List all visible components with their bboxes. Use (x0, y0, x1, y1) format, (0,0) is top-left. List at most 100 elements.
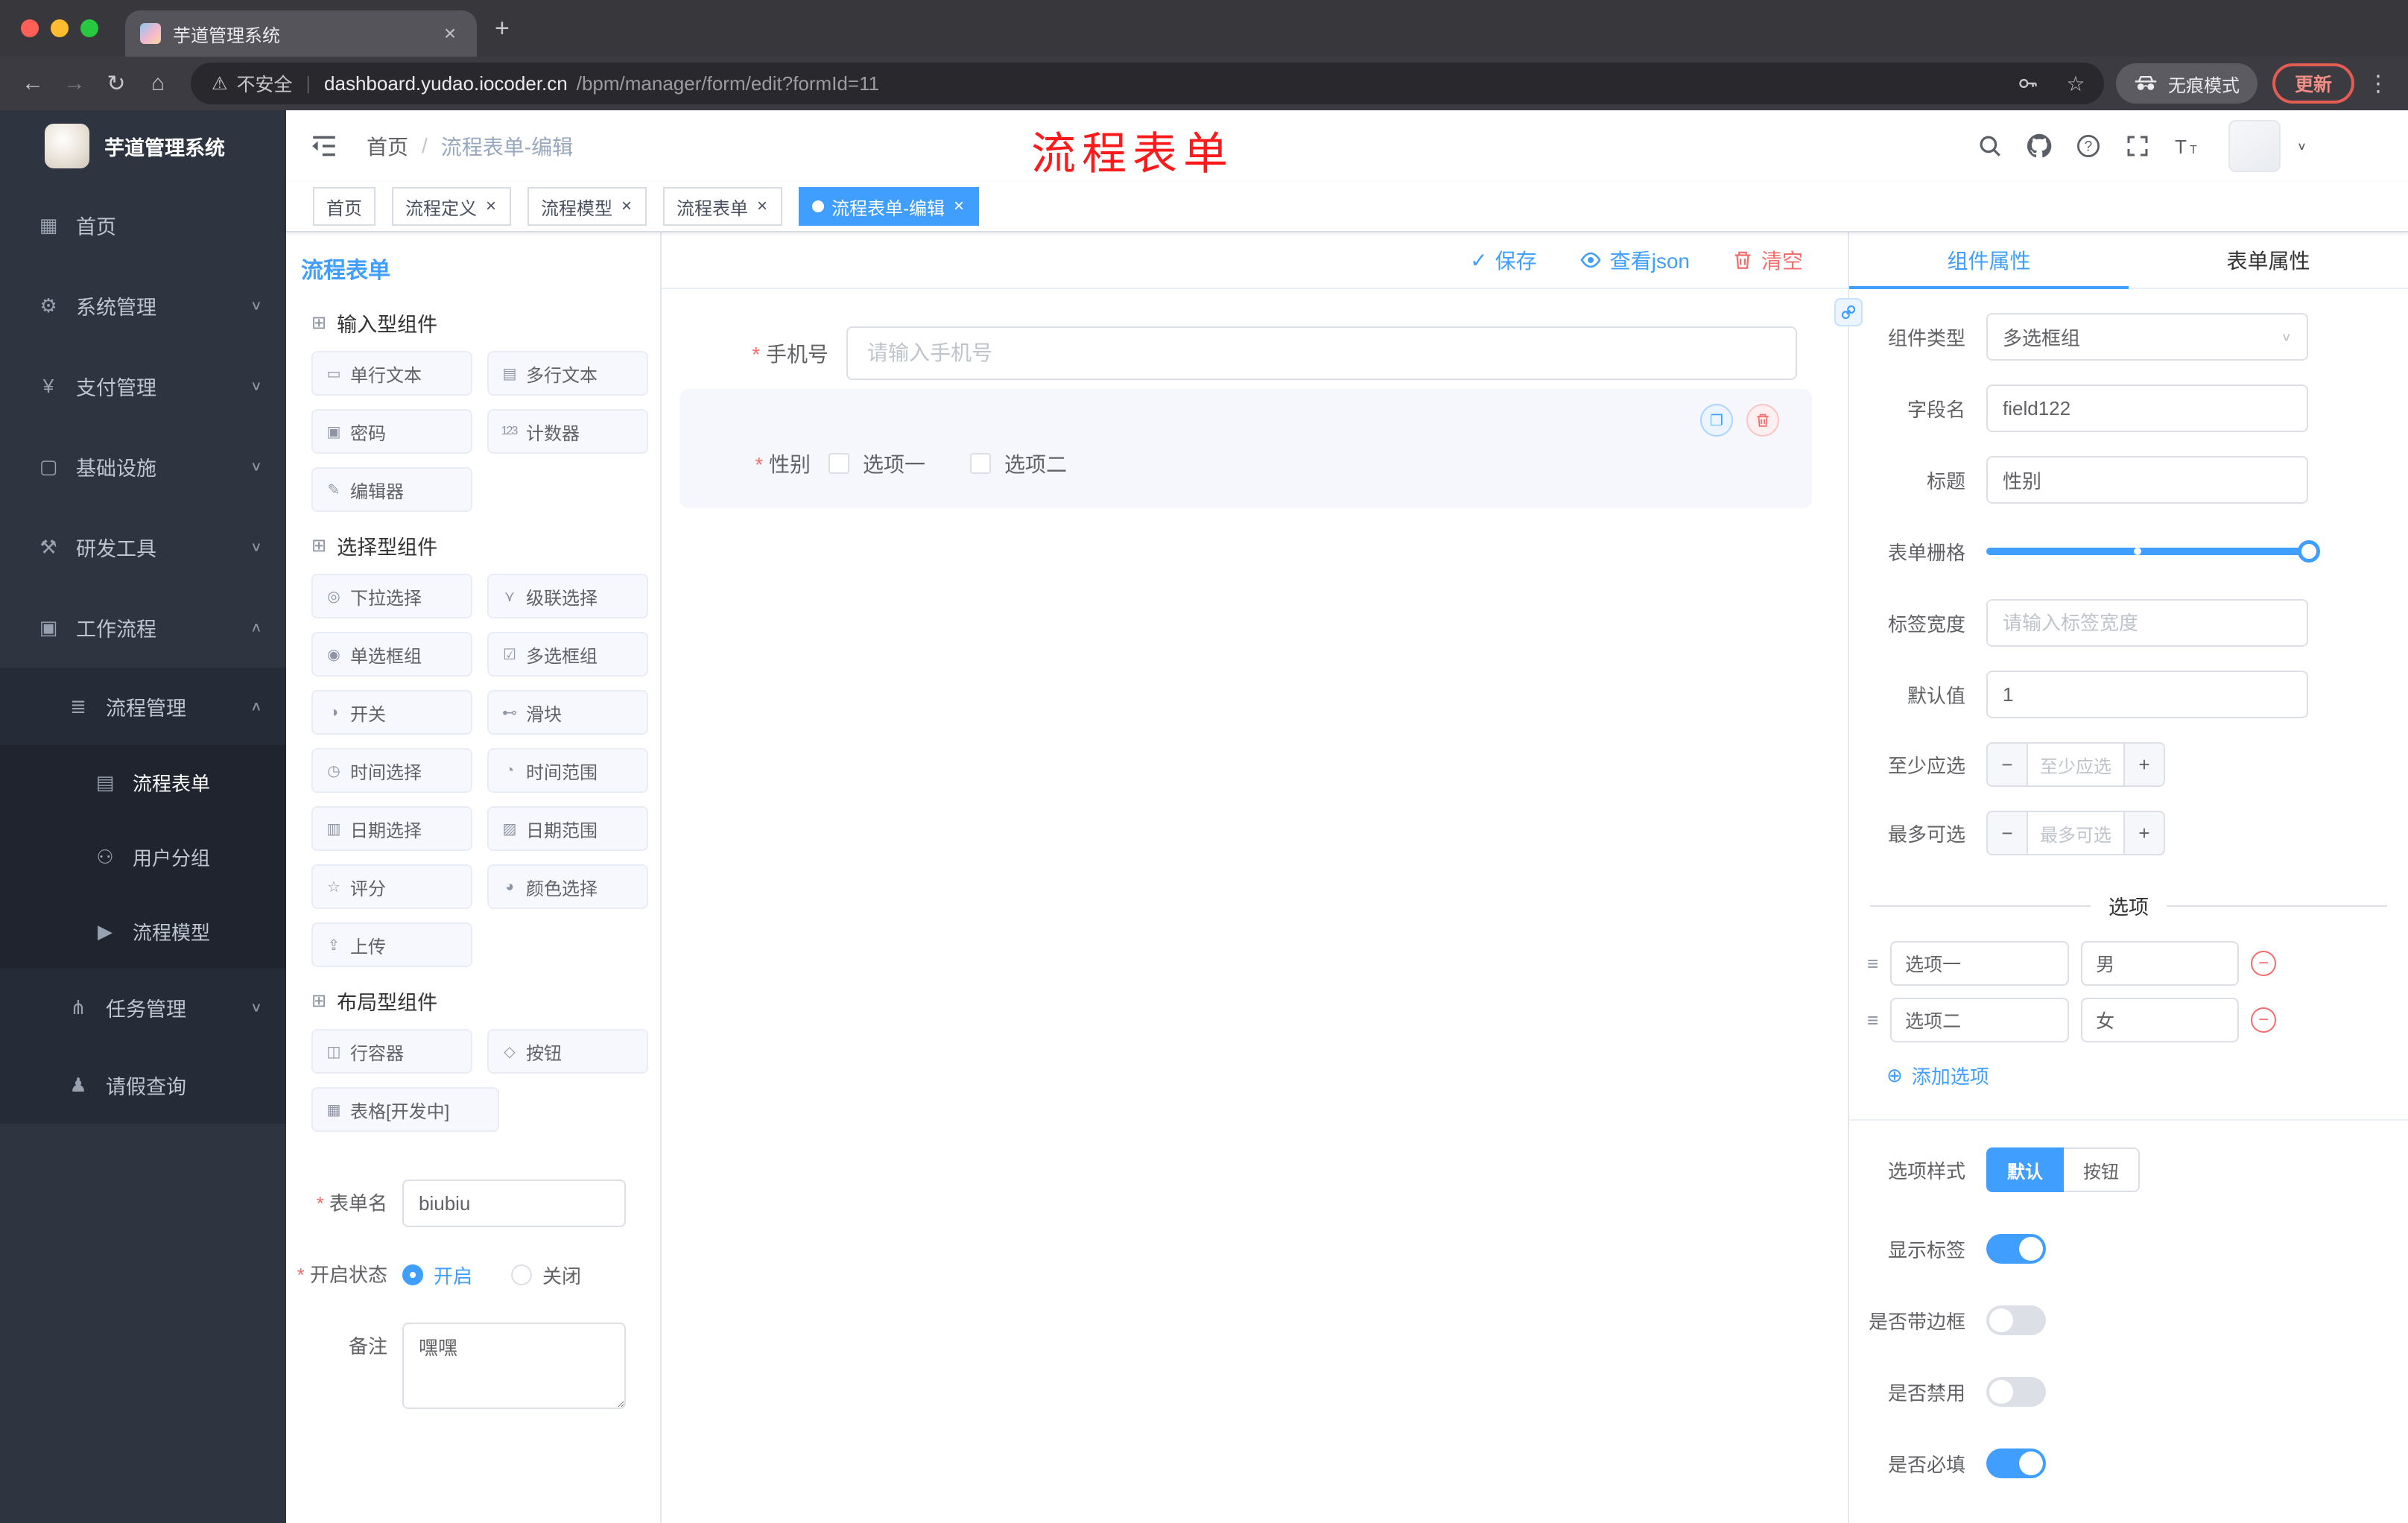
option-label-input[interactable] (1890, 998, 2070, 1042)
remove-option-button[interactable]: − (2251, 951, 2277, 976)
sidebar-item-home[interactable]: ▦ 首页 (0, 185, 286, 265)
sidebar-item-process-management[interactable]: ≣ 流程管理 ∧ (0, 668, 286, 745)
security-warning-icon[interactable]: ⚠ (212, 73, 228, 95)
reload-icon[interactable]: ↻ (95, 64, 137, 103)
component-type-select[interactable]: 多选框组 ∨ (1986, 313, 2308, 361)
help-icon[interactable]: ? (2072, 130, 2105, 162)
tag-process-form[interactable]: 流程表单 × (663, 187, 783, 226)
close-window-button[interactable] (21, 19, 39, 37)
avatar-caret-icon[interactable]: ∨ (2297, 140, 2307, 153)
phone-field[interactable]: 手机号 (679, 326, 1812, 380)
new-tab-button[interactable]: + (495, 14, 510, 43)
drag-handle-icon[interactable]: ≡ (1867, 1009, 1878, 1032)
fullscreen-icon[interactable] (2121, 130, 2154, 162)
slider-handle[interactable] (2298, 540, 2320, 563)
comp-item-single-line-text[interactable]: ▭ 单行文本 (311, 351, 472, 396)
tag-process-form-edit[interactable]: 流程表单-编辑 × (799, 187, 980, 226)
back-icon[interactable]: ← (12, 64, 54, 103)
browser-menu-icon[interactable]: ⋮ (2360, 71, 2396, 97)
comp-item-upload[interactable]: ⇪ 上传 (311, 922, 472, 967)
default-value-input[interactable] (1986, 671, 2308, 718)
clear-button[interactable]: 清空 (1731, 245, 1803, 275)
comp-item-select-dropdown[interactable]: ◎ 下拉选择 (311, 574, 472, 618)
comp-item-row-container[interactable]: ◫ 行容器 (311, 1029, 472, 1074)
tag-process-definition[interactable]: 流程定义 × (392, 187, 512, 226)
comp-item-table[interactable]: ▦ 表格[开发中] (311, 1087, 499, 1132)
font-size-icon[interactable]: TT (2170, 130, 2203, 162)
browser-update-button[interactable]: 更新 (2272, 63, 2354, 104)
max-select-value[interactable]: 最多可选 (2028, 812, 2123, 854)
field-name-input[interactable] (1986, 384, 2308, 432)
minus-button[interactable]: − (1988, 744, 2028, 785)
comp-item-date-picker[interactable]: ▥ 日期选择 (311, 806, 472, 851)
password-key-icon[interactable] (2009, 64, 2047, 103)
search-icon[interactable] (1974, 130, 2006, 162)
sidebar-item-workflow[interactable]: ▣ 工作流程 ∧ (0, 587, 286, 668)
border-toggle[interactable] (1986, 1305, 2046, 1335)
comp-item-radio-group[interactable]: ◉ 单选框组 (311, 632, 472, 677)
comp-item-rich-editor[interactable]: ✎ 编辑器 (311, 467, 472, 512)
comp-item-slider[interactable]: ⊷ 滑块 (487, 690, 648, 735)
address-bar[interactable]: ⚠ 不安全 | dashboard.yudao.iocoder.cn/bpm/m… (191, 63, 2104, 104)
tag-close-icon[interactable]: × (620, 197, 633, 215)
github-icon[interactable] (2023, 130, 2056, 162)
sidebar-item-user-group[interactable]: ⚇ 用户分组 (0, 820, 286, 894)
checkbox-option-1[interactable]: 选项一 (828, 449, 925, 478)
gender-field[interactable]: 性别 选项一 选项二 (679, 449, 1812, 478)
sidebar-item-process-model[interactable]: ▶ 流程模型 (0, 894, 286, 969)
link-icon[interactable] (1834, 298, 1863, 326)
copy-field-button[interactable]: ❐ (1700, 404, 1733, 437)
delete-field-button[interactable] (1746, 404, 1779, 437)
add-option-button[interactable]: ⊕ 添加选项 (1886, 1062, 2408, 1089)
tag-close-icon[interactable]: × (755, 197, 769, 215)
form-name-input[interactable] (402, 1180, 626, 1227)
style-default-button[interactable]: 默认 (1986, 1147, 2064, 1192)
comp-item-cascader[interactable]: ⋎ 级联选择 (487, 574, 648, 618)
title-input[interactable] (1986, 456, 2308, 504)
comp-item-counter[interactable]: 123 计数器 (487, 409, 648, 454)
plus-button[interactable]: + (2123, 812, 2164, 854)
tag-home[interactable]: 首页 (313, 187, 376, 226)
comp-item-checkbox-group[interactable]: ☑ 多选框组 (487, 632, 648, 677)
comp-item-multi-line-text[interactable]: ▤ 多行文本 (487, 351, 648, 396)
tag-close-icon[interactable]: × (952, 197, 966, 215)
save-button[interactable]: ✓ 保存 (1470, 245, 1536, 275)
zoom-window-button[interactable] (80, 19, 98, 37)
plus-button[interactable]: + (2123, 744, 2164, 785)
label-width-input[interactable] (1986, 599, 2308, 647)
home-icon[interactable]: ⌂ (137, 64, 179, 103)
tag-process-model[interactable]: 流程模型 × (527, 187, 647, 226)
option-value-input[interactable] (2081, 941, 2240, 986)
sidebar-item-dev-tools[interactable]: ⚒ 研发工具 ∨ (0, 507, 286, 587)
comp-item-switch[interactable]: ◑ 开关 (311, 690, 472, 735)
grid-slider[interactable] (1986, 528, 2320, 575)
user-avatar[interactable] (2228, 120, 2281, 172)
option-label-input[interactable] (1890, 941, 2070, 986)
comp-item-rate[interactable]: ☆ 评分 (311, 864, 472, 909)
sidebar-item-system-management[interactable]: ⚙ 系统管理 ∨ (0, 265, 286, 346)
sidebar-item-process-form[interactable]: ▤ 流程表单 (0, 745, 286, 820)
selected-field-block[interactable]: ❐ 性别 选项一 (679, 389, 1812, 508)
sidebar-item-infrastructure[interactable]: ▢ 基础设施 ∨ (0, 426, 286, 507)
sidebar-collapse-icon[interactable] (310, 130, 343, 162)
bookmark-star-icon[interactable]: ☆ (2056, 64, 2095, 103)
browser-tab[interactable]: 芋道管理系统 × (125, 10, 477, 57)
minus-button[interactable]: − (1988, 812, 2028, 854)
comp-item-time-picker[interactable]: ◷ 时间选择 (311, 748, 472, 793)
minimize-window-button[interactable] (51, 19, 69, 37)
comp-item-color-picker[interactable]: ◕ 颜色选择 (487, 864, 648, 909)
comp-item-date-range[interactable]: ▨ 日期范围 (487, 806, 648, 851)
breadcrumb-home[interactable]: 首页 (367, 131, 408, 161)
view-json-button[interactable]: 查看json (1579, 245, 1690, 275)
min-select-value[interactable]: 至少应选 (2028, 744, 2123, 785)
sidebar-item-payment-management[interactable]: ¥ 支付管理 ∨ (0, 346, 286, 426)
phone-input[interactable] (846, 326, 1797, 380)
remove-option-button[interactable]: − (2251, 1007, 2277, 1033)
forward-icon[interactable]: → (54, 64, 95, 103)
comp-item-time-range[interactable]: ◔ 时间范围 (487, 748, 648, 793)
tab-form-props[interactable]: 表单属性 (2129, 232, 2408, 288)
tag-close-icon[interactable]: × (484, 197, 498, 215)
comp-item-button[interactable]: ◇ 按钮 (487, 1029, 648, 1074)
option-value-input[interactable] (2081, 998, 2240, 1042)
sidebar-item-task-management[interactable]: ⋔ 任务管理 ∨ (0, 969, 286, 1046)
